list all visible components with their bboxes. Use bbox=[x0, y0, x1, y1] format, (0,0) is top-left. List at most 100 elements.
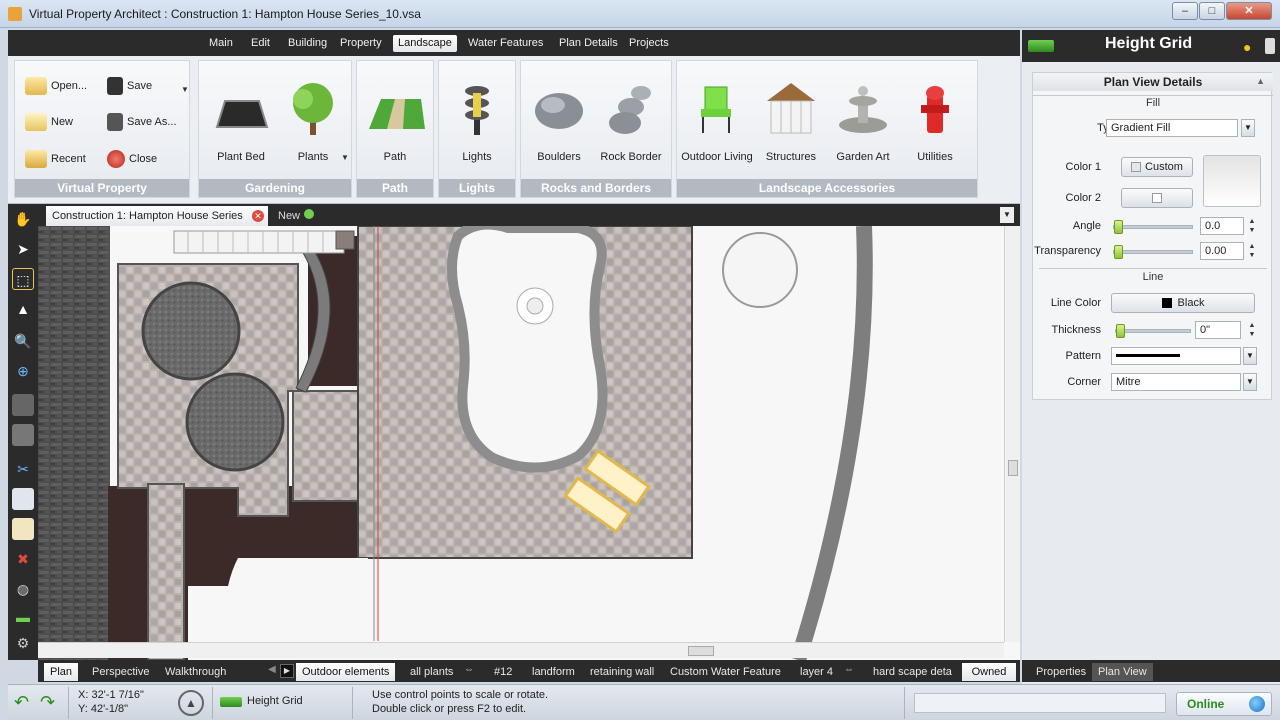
angle-slider[interactable] bbox=[1113, 220, 1193, 234]
vertical-scrollbar[interactable] bbox=[1004, 226, 1020, 642]
tab-perspective[interactable]: Perspective bbox=[86, 663, 155, 681]
boulders-button[interactable]: Boulders bbox=[523, 79, 595, 179]
tab-properties[interactable]: Properties bbox=[1030, 663, 1092, 681]
tab-property[interactable]: Property bbox=[335, 35, 387, 52]
pattern-select[interactable] bbox=[1111, 347, 1241, 365]
group-lights: Lights Lights bbox=[438, 60, 516, 198]
layer-tab-outdoor-elements[interactable]: Outdoor elements bbox=[296, 663, 396, 681]
transparency-spinner-icon[interactable]: ▲ ▼ bbox=[1247, 242, 1257, 260]
site-plan-drawing[interactable] bbox=[38, 226, 1020, 660]
group-icon[interactable]: ◍ bbox=[12, 578, 34, 600]
owned-button[interactable]: Owned bbox=[962, 663, 1016, 681]
copy-icon[interactable] bbox=[12, 488, 34, 510]
zoom-icon[interactable]: 🔍 bbox=[12, 330, 34, 352]
path-button[interactable]: Path bbox=[359, 79, 431, 179]
lights-button[interactable]: Lights bbox=[441, 79, 513, 179]
tab-main[interactable]: Main bbox=[204, 35, 238, 52]
thickness-slider[interactable] bbox=[1115, 324, 1191, 338]
rock-border-button[interactable]: Rock Border bbox=[595, 79, 667, 179]
close-button[interactable]: Close bbox=[107, 148, 157, 170]
new-tab-button[interactable]: New bbox=[278, 207, 315, 225]
thickness-spinner-icon[interactable]: ▲ ▼ bbox=[1247, 321, 1257, 339]
scissors-icon[interactable]: ✂ bbox=[12, 458, 34, 480]
align-icon[interactable] bbox=[12, 394, 34, 416]
tab-plan-details[interactable]: Plan Details bbox=[554, 35, 623, 52]
lightbulb-icon[interactable]: ● bbox=[1243, 39, 1251, 55]
tab-building[interactable]: Building bbox=[283, 35, 332, 52]
save-dropdown-icon[interactable]: ▼ bbox=[181, 85, 189, 94]
pointer-icon[interactable]: ▲ bbox=[12, 298, 34, 320]
angle-input[interactable]: 0.0 bbox=[1200, 217, 1244, 235]
select-box-icon[interactable]: ⬚ bbox=[12, 268, 34, 290]
utilities-button[interactable]: Utilities bbox=[899, 79, 971, 179]
pattern-dropdown-icon[interactable]: ▼ bbox=[1243, 347, 1257, 365]
layer-tab-hard-scape[interactable]: hard scape deta bbox=[867, 663, 953, 681]
scroll-left-icon[interactable]: ◀ bbox=[268, 664, 276, 675]
outdoor-living-button[interactable]: Outdoor Living bbox=[681, 79, 753, 179]
new-button[interactable]: New bbox=[25, 111, 73, 133]
hand-pan-icon[interactable]: ✋ bbox=[12, 208, 34, 230]
scroll-right-icon[interactable]: ▶ bbox=[280, 664, 294, 678]
separator bbox=[68, 687, 69, 719]
tab-edit[interactable]: Edit bbox=[246, 35, 275, 52]
transparency-slider[interactable] bbox=[1113, 245, 1193, 259]
layer-tab-all-plants[interactable]: all plants bbox=[404, 663, 459, 681]
redo-icon[interactable]: ↷ bbox=[40, 691, 62, 713]
tab-walkthrough[interactable]: Walkthrough bbox=[159, 663, 232, 681]
layer-tab-12[interactable]: #12 bbox=[488, 663, 518, 681]
tab-landscape[interactable]: Landscape bbox=[393, 35, 457, 52]
layer-tab-layer-4[interactable]: layer 4 bbox=[794, 663, 839, 681]
layer-tab-retaining-wall[interactable]: retaining wall bbox=[584, 663, 660, 681]
garden-art-button[interactable]: Garden Art bbox=[827, 79, 899, 179]
horizontal-scrollbar[interactable] bbox=[38, 642, 1004, 658]
document-tab[interactable]: Construction 1: Hampton House Series ✕ bbox=[46, 206, 268, 226]
distribute-icon[interactable] bbox=[12, 424, 34, 446]
thickness-slider-thumb[interactable] bbox=[1116, 324, 1125, 338]
collapse-icon[interactable]: ▲ bbox=[1256, 76, 1265, 86]
online-status[interactable]: Online bbox=[1176, 692, 1272, 716]
delete-icon[interactable]: ✖ bbox=[12, 548, 34, 570]
tab-plan[interactable]: Plan bbox=[44, 663, 79, 681]
panel-scroll-icon[interactable] bbox=[1265, 38, 1275, 54]
plant-bed-button[interactable]: Plant Bed bbox=[205, 79, 277, 179]
scroll-thumb[interactable] bbox=[1008, 460, 1018, 476]
structures-button[interactable]: Structures bbox=[755, 79, 827, 179]
tab-projects[interactable]: Projects bbox=[624, 35, 674, 52]
layer-tab-landform[interactable]: landform bbox=[526, 663, 581, 681]
maximize-button[interactable]: □ bbox=[1199, 2, 1225, 20]
minimize-button[interactable]: – bbox=[1172, 2, 1198, 20]
plan-canvas[interactable] bbox=[38, 226, 1020, 660]
compass-icon[interactable]: ▲ bbox=[178, 690, 204, 716]
color1-button[interactable]: Custom bbox=[1121, 157, 1193, 177]
open-button[interactable]: Open... bbox=[25, 75, 87, 97]
tab-plan-view[interactable]: Plan View bbox=[1092, 663, 1153, 681]
line-color-button[interactable]: Black bbox=[1111, 293, 1255, 313]
tab-list-dropdown-icon[interactable]: ▼ bbox=[1000, 207, 1014, 223]
corner-select[interactable]: Mitre bbox=[1111, 373, 1241, 391]
zoom-fit-icon[interactable]: ⊕ bbox=[12, 360, 34, 382]
transparency-slider-thumb[interactable] bbox=[1114, 245, 1123, 259]
save-button[interactable]: Save bbox=[107, 75, 152, 97]
tab-water-features[interactable]: Water Features bbox=[463, 35, 548, 52]
settings-gear-icon[interactable]: ⚙ bbox=[12, 632, 34, 654]
recent-button[interactable]: Recent bbox=[25, 148, 86, 170]
type-select[interactable]: Gradient Fill bbox=[1106, 119, 1238, 137]
layer-tab-custom-water-feature[interactable]: Custom Water Feature bbox=[664, 663, 787, 681]
undo-icon[interactable]: ↶ bbox=[14, 691, 36, 713]
close-window-button[interactable]: ✕ bbox=[1226, 2, 1272, 20]
transparency-input[interactable]: 0.00 bbox=[1200, 242, 1244, 260]
angle-slider-thumb[interactable] bbox=[1114, 220, 1123, 234]
plants-button[interactable]: Plants bbox=[277, 79, 349, 179]
angle-spinner-icon[interactable]: ▲ ▼ bbox=[1247, 217, 1257, 235]
paste-icon[interactable] bbox=[12, 518, 34, 540]
terrain-icon[interactable]: ▬ bbox=[12, 606, 34, 628]
save-as-button[interactable]: Save As... bbox=[107, 111, 177, 133]
select-arrow-icon[interactable]: ➤ bbox=[12, 238, 34, 260]
color2-button[interactable] bbox=[1121, 188, 1193, 208]
scroll-thumb[interactable] bbox=[688, 646, 714, 656]
thickness-input[interactable]: 0" bbox=[1195, 321, 1241, 339]
close-tab-icon[interactable]: ✕ bbox=[252, 210, 264, 222]
type-dropdown-icon[interactable]: ▼ bbox=[1241, 119, 1255, 137]
corner-dropdown-icon[interactable]: ▼ bbox=[1243, 373, 1257, 391]
plants-dropdown-icon[interactable]: ▼ bbox=[341, 153, 349, 162]
